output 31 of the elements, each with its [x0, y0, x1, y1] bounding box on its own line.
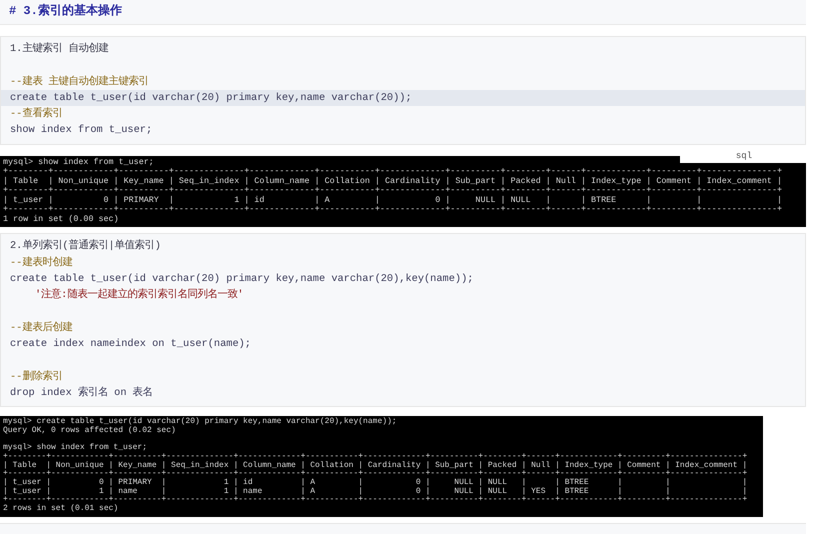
terminal-line: +--------+------------+----------+--------------+-------------+-----------+-------------+----------+--------+------+------------+---------+---------------+: [3, 205, 782, 214]
terminal-line: mysql> create table t_user(id varchar(20) primary key,name varchar(20),key(name));: [3, 418, 397, 426]
code-comment: --建表后创建: [9, 320, 72, 336]
code-comment: --删除索引: [9, 369, 62, 385]
terminal-line: | t_user | 0 | PRIMARY | 1 | id | A | 0 | NULL | NULL | | BTREE | | |: [3, 479, 748, 488]
terminal-line: mysql> show index from t_user;: [3, 158, 154, 168]
code-text: 2.单列索引(普通索引|单值索引): [9, 238, 161, 254]
terminal-line: +--------+------------+----------+--------------+-------------+-----------+-------------+----------+--------+------+------------+---------+---------------+: [3, 470, 748, 478]
code-string: '注意:随表一起建立的索引索引名同列名一致': [34, 287, 244, 304]
code-line: show index from t_user;: [9, 123, 152, 138]
terminal-line: Query OK, 0 rows affected (0.02 sec): [3, 426, 176, 436]
terminal-line: +--------+------------+----------+--------------+-------------+-----------+-------------+----------+--------+------+------------+---------+---------------+: [3, 186, 782, 196]
terminal-line: +--------+------------+----------+--------------+-------------+-----------+-------------+----------+--------+------+------------+---------+---------------+: [3, 453, 748, 461]
code-line: create table t_user(id varchar(20) primary key,name varchar(20),key(name));: [9, 272, 474, 287]
code-line: create index nameindex on t_user(name);: [9, 337, 251, 352]
terminal-line: +--------+------------+----------+--------------+-------------+-----------+-------------+----------+--------+------+------------+---------+---------------+: [3, 167, 782, 176]
terminal-line: mysql> show index from t_user;: [3, 444, 148, 453]
terminal-line: 1 row in set (0.00 sec): [3, 214, 119, 224]
terminal-line: +--------+------------+----------+--------------+-------------+-----------+-------------+----------+--------+------+------------+---------+---------------+: [3, 496, 748, 504]
code-comment: --建表时创建: [9, 255, 72, 271]
terminal-line: | t_user | 1 | name | 1 | name | A | 0 | NULL | NULL | YES | BTREE | | |: [3, 488, 748, 496]
terminal-line: | t_user | 0 | PRIMARY | 1 | id | A | 0 | NULL | NULL | | BTREE | | |: [3, 196, 782, 206]
code-line: drop index 索引名 on 表名: [9, 385, 153, 401]
language-label: sql: [680, 148, 808, 163]
terminal-line: | Table | Non_unique | Key_name | Seq_in_index | Column_name | Collation | Cardinality | Sub_part | Packed | Null | Index_type | Comment | Index_comment |: [3, 176, 782, 186]
code-text: 1.主键索引 自动创建: [9, 41, 109, 57]
terminal-line: 2 rows in set (0.01 sec): [3, 505, 118, 514]
code-comment: --查看索引: [9, 106, 62, 122]
terminal-line: | Table | Non_unique | Key_name | Seq_in_index | Column_name | Collation | Cardinality | Sub_part | Packed | Null | Index_type | Comment | Index_comment |: [3, 462, 748, 470]
code-comment: --建表 主键自动创建主键索引: [9, 74, 149, 90]
section-heading: # 3.索引的基本操作: [0, 0, 806, 25]
